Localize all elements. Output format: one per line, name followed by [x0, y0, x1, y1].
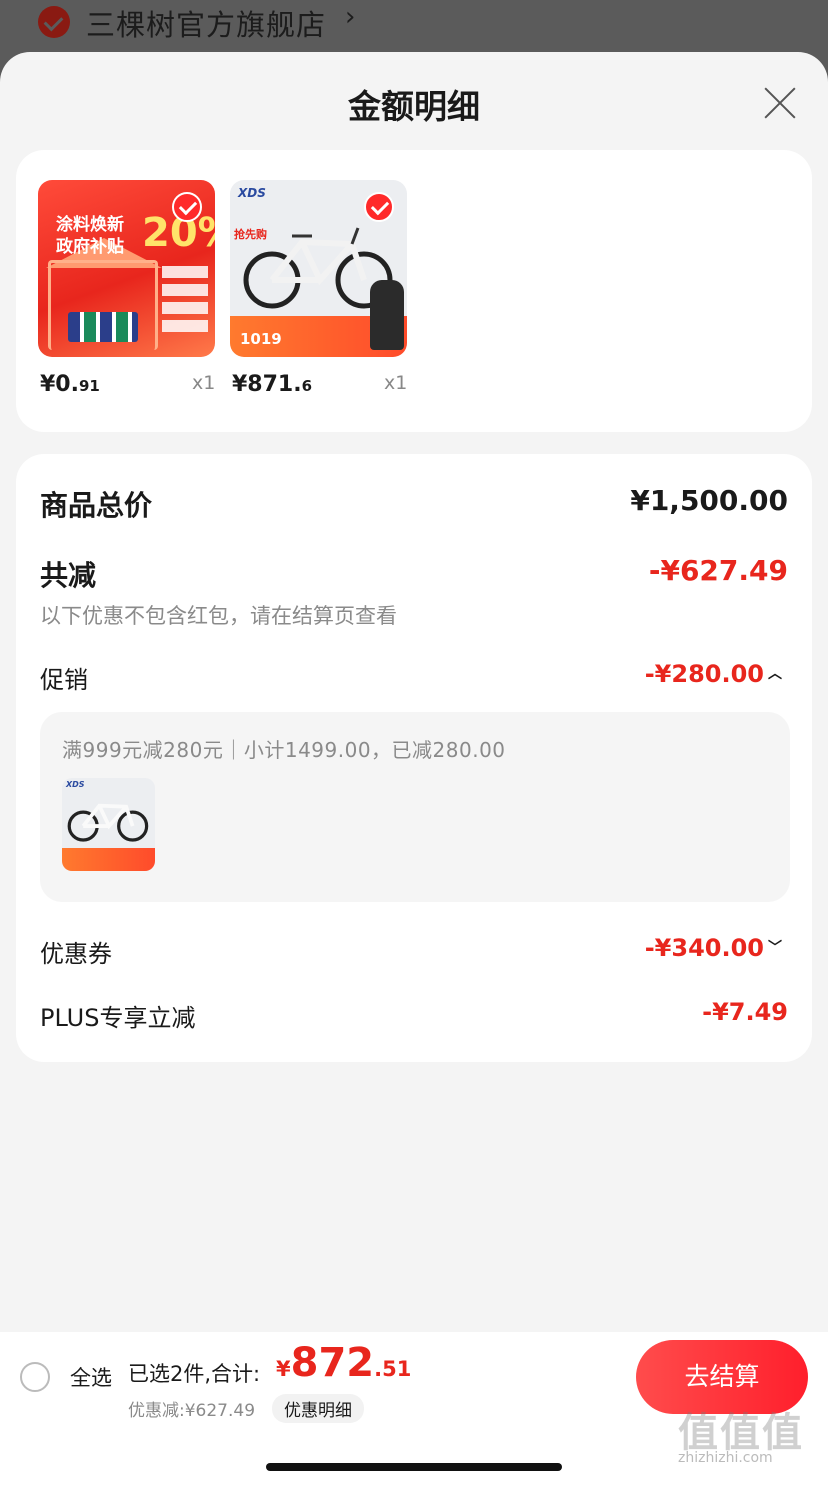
checkout-bar: 全选 已选2件,合计: ¥872.51 优惠减:¥627.49 优惠明细 去结算…: [0, 1332, 828, 1489]
watermark-url: zhizhizhi.com: [678, 1450, 773, 1466]
promo-label[interactable]: 促销: [40, 660, 88, 695]
product-qty: x1: [192, 372, 216, 394]
reduce-value: -¥627.49: [648, 554, 788, 587]
product-image-paint[interactable]: 涂料焕新 政府补贴 20%: [38, 180, 215, 357]
check-icon[interactable]: [364, 192, 394, 222]
plus-value: -¥7.49: [702, 998, 788, 1026]
coupon-toggle[interactable]: -¥340.00 ﹀: [645, 934, 782, 962]
selected-summary: 已选2件,合计:: [128, 1362, 261, 1386]
coupon-value: -¥340.00: [644, 934, 764, 962]
promo-product-thumbnail[interactable]: XDS: [62, 778, 155, 871]
chevron-down-icon[interactable]: ﹀: [768, 937, 782, 957]
chevron-right-icon[interactable]: ›: [345, 2, 355, 32]
promo-text-line2: 政府补贴: [56, 237, 124, 257]
chevron-up-icon[interactable]: ︿: [768, 663, 782, 683]
amount-detail-sheet: 金额明细 涂料焕新 政府补贴 20% XDS 抢先购 1019: [0, 52, 828, 1489]
total-value: ¥1,500.00: [630, 484, 788, 517]
brand-logo: XDS: [238, 186, 266, 200]
product-image-bike[interactable]: XDS 抢先购 1019: [230, 180, 407, 357]
rider-image: [370, 280, 404, 350]
product-price: ¥0.91: [40, 372, 100, 397]
product-price: ¥871.6: [232, 372, 313, 397]
bike-image: [67, 803, 149, 842]
select-all-radio[interactable]: [20, 1362, 50, 1392]
promo-detail-box: 满999元减280元｜小计1499.00，已减280.00 XDS: [40, 712, 790, 902]
promo-toggle[interactable]: -¥280.00 ︿: [645, 660, 782, 688]
total-payable: ¥872.51: [276, 1340, 412, 1386]
store-header: 三棵树官方旗舰店 ›: [0, 0, 828, 60]
bike-banner-price: 1019: [240, 330, 282, 348]
saved-amount: 优惠减:¥627.49: [128, 1401, 256, 1421]
paint-cans-image: [68, 312, 138, 342]
plus-label: PLUS专享立减: [40, 1004, 196, 1032]
coupon-label[interactable]: 优惠券: [40, 934, 112, 969]
bike-price-banner: [62, 848, 155, 871]
promo-description: 满999元减280元｜小计1499.00，已减280.00: [62, 738, 506, 762]
products-card: 涂料焕新 政府补贴 20% XDS 抢先购 1019 ¥0.91 x1 ¥871…: [16, 150, 812, 432]
discount-detail-link[interactable]: 优惠明细: [272, 1394, 364, 1423]
promo-value: -¥280.00: [644, 660, 764, 688]
amount-breakdown-card: 商品总价 ¥1,500.00 共减 -¥627.49 以下优惠不包含红包，请在结…: [16, 454, 812, 1062]
select-all-label[interactable]: 全选: [70, 1362, 112, 1392]
total-label: 商品总价: [40, 489, 153, 522]
store-check-icon[interactable]: [38, 6, 70, 38]
promo-list-graphic: [162, 266, 208, 336]
close-icon[interactable]: [760, 82, 800, 122]
check-icon[interactable]: [172, 192, 202, 222]
reduce-note: 以下优惠不包含红包，请在结算页查看: [40, 604, 397, 628]
store-name[interactable]: 三棵树官方旗舰店: [86, 2, 326, 44]
brand-logo: XDS: [66, 780, 85, 789]
home-indicator[interactable]: [266, 1463, 562, 1471]
reduce-label: 共减: [40, 559, 97, 592]
product-qty: x1: [384, 372, 408, 394]
sheet-title: 金额明细: [348, 87, 480, 126]
